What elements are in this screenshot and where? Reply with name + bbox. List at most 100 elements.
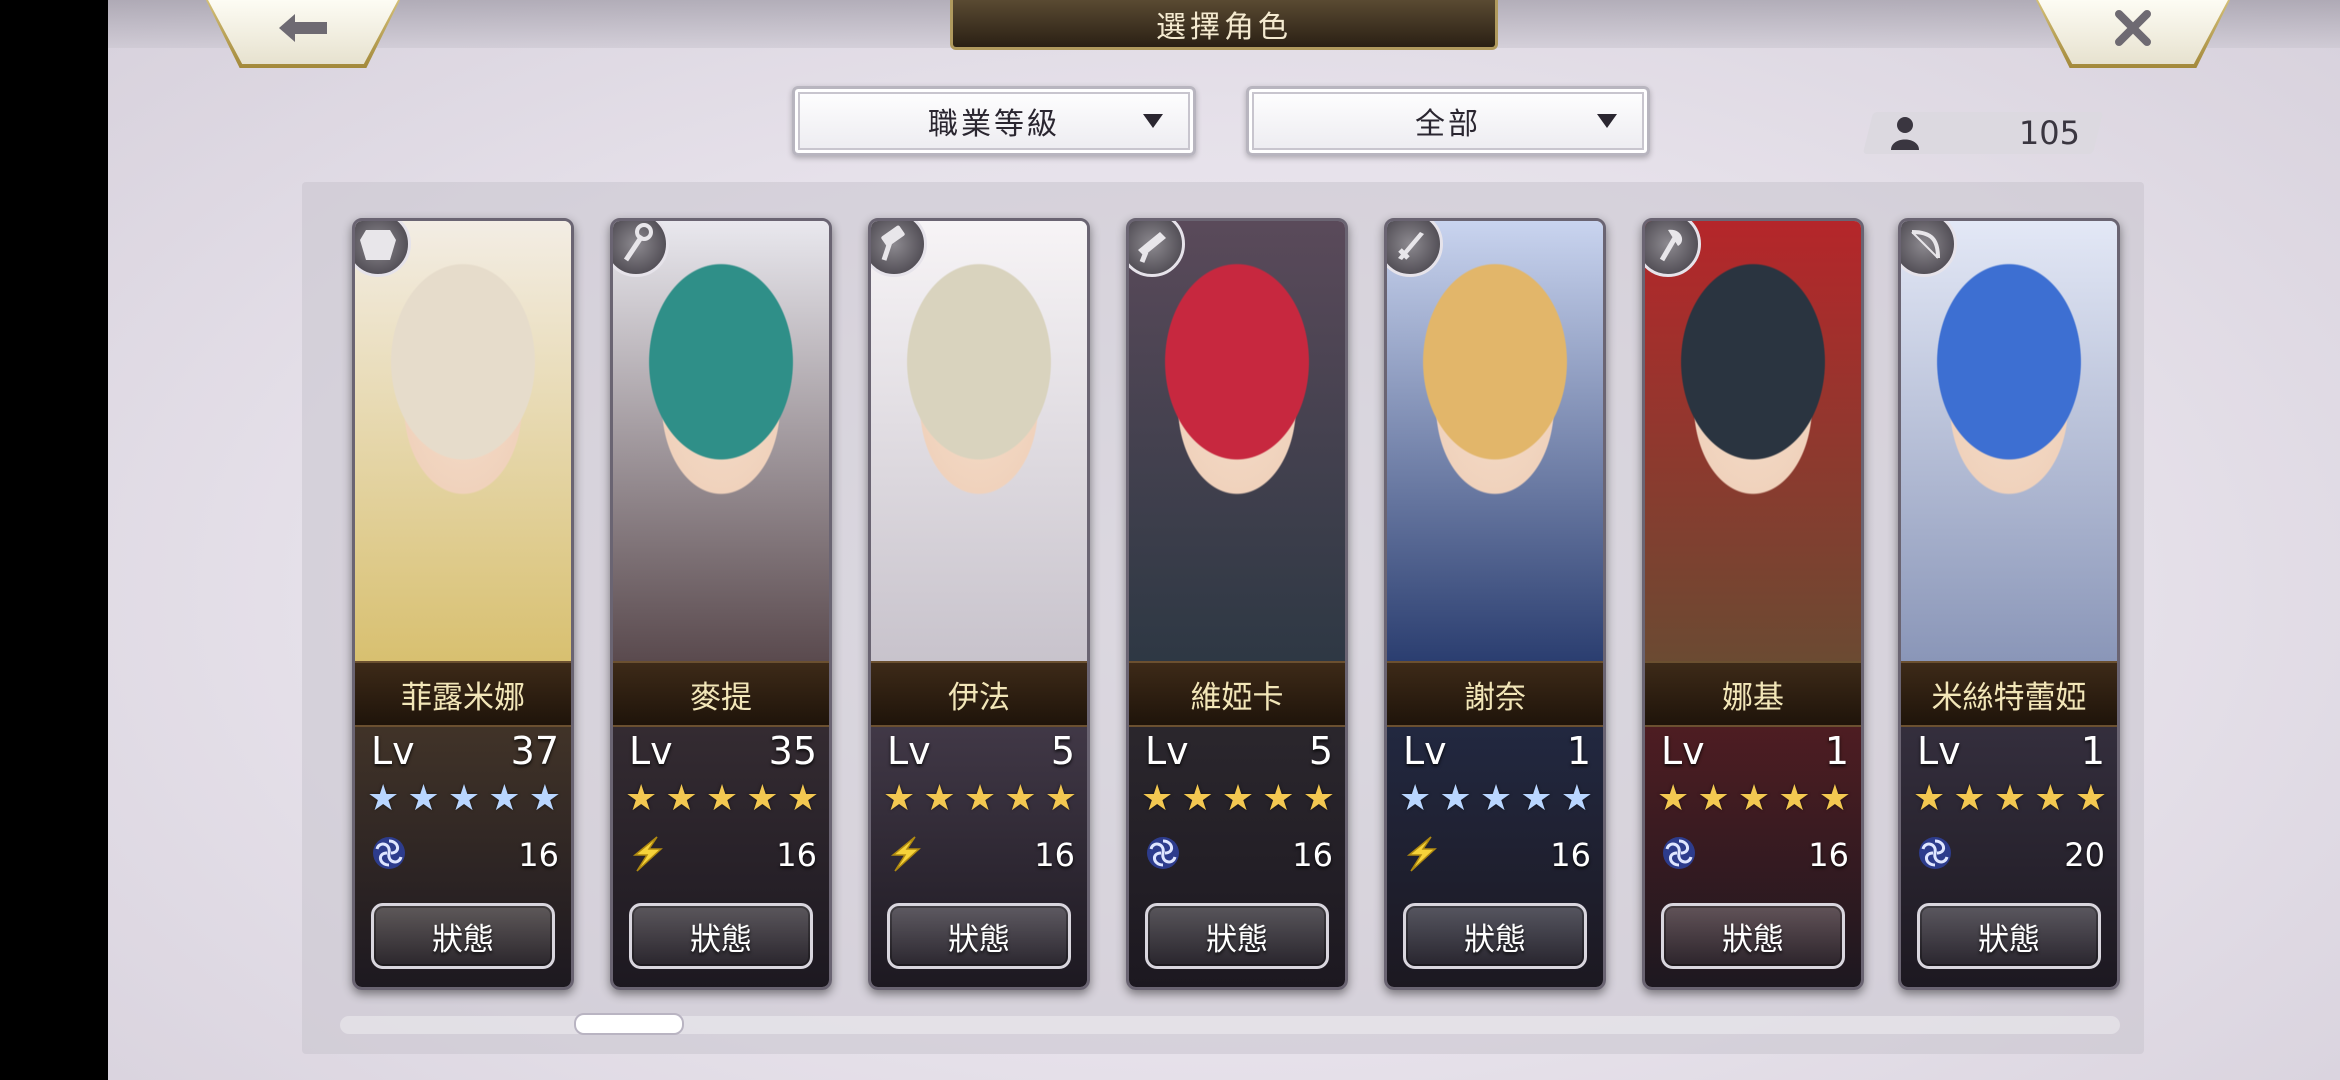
axe-icon	[1645, 221, 1701, 277]
character-portrait[interactable]	[355, 221, 571, 661]
status-button[interactable]: 狀態	[371, 903, 555, 969]
status-button-label: 狀態	[690, 921, 752, 958]
star-icon: ★	[883, 778, 916, 819]
hammer-icon	[871, 221, 927, 277]
star-icon: ★	[1737, 778, 1771, 819]
star-icon: ★	[1560, 778, 1593, 819]
status-button[interactable]: 狀態	[629, 903, 813, 969]
chevron-down-icon	[1597, 114, 1617, 128]
level-label: Lv	[1661, 729, 1705, 773]
lightning-icon	[1406, 836, 1437, 872]
wind-swirl-icon	[1919, 837, 1951, 869]
wind-swirl-icon	[373, 837, 405, 869]
level-row: Lv 1	[1661, 727, 1849, 775]
level-value: 37	[510, 729, 559, 773]
rarity-stars: ★ ★ ★ ★ ★	[367, 777, 561, 821]
element-value: 16	[1292, 836, 1333, 874]
character-portrait[interactable]	[1387, 221, 1603, 661]
star-icon: ★	[1221, 778, 1255, 819]
star-icon: ★	[1302, 778, 1335, 819]
character-portrait[interactable]	[1645, 221, 1861, 661]
element-value: 16	[1034, 836, 1075, 874]
character-portrait[interactable]	[1129, 221, 1345, 661]
level-label: Lv	[629, 729, 673, 773]
element-row: 16	[1143, 831, 1333, 879]
element-value: 16	[776, 836, 817, 874]
star-icon: ★	[1439, 778, 1472, 819]
element-row: 16	[1401, 831, 1591, 879]
star-icon: ★	[1657, 778, 1690, 819]
status-button[interactable]: 狀態	[1403, 903, 1587, 969]
filter-dropdown-label: 全部	[1415, 107, 1481, 142]
back-button[interactable]	[204, 0, 402, 68]
level-value: 1	[1566, 729, 1591, 773]
star-icon: ★	[1953, 778, 1986, 819]
star-icon: ★	[367, 778, 400, 819]
star-icon: ★	[1399, 778, 1432, 819]
character-card[interactable]: 娜基 Lv 1 ★ ★ ★ ★ ★ 16 狀態	[1642, 218, 1864, 990]
character-portrait[interactable]	[1901, 221, 2117, 661]
rarity-stars: ★ ★ ★ ★ ★	[883, 777, 1077, 821]
character-portrait[interactable]	[871, 221, 1087, 661]
close-button[interactable]	[2034, 0, 2232, 68]
page-title: 選擇角色	[950, 0, 1498, 50]
sort-dropdown-label: 職業等級	[928, 107, 1060, 142]
character-card[interactable]: 維婭卡 Lv 5 ★ ★ ★ ★ ★ 16 狀態	[1126, 218, 1348, 990]
scrollbar-thumb[interactable]	[574, 1013, 684, 1035]
character-card[interactable]: 米絲特蕾婭 Lv 1 ★ ★ ★ ★ ★ 20 狀態	[1898, 218, 2120, 990]
character-name: 維婭卡	[1190, 679, 1284, 716]
character-name-bar: 謝奈	[1387, 661, 1603, 727]
star-icon: ★	[407, 778, 440, 819]
element-value: 16	[1550, 836, 1591, 874]
level-value: 1	[2080, 729, 2105, 773]
element-value: 16	[518, 836, 559, 874]
character-name-bar: 娜基	[1645, 661, 1861, 727]
character-card[interactable]: 謝奈 Lv 1 ★ ★ ★ ★ ★ 16 狀態	[1384, 218, 1606, 990]
character-portrait[interactable]	[613, 221, 829, 661]
star-icon: ★	[1993, 778, 2027, 819]
character-name-bar: 米絲特蕾婭	[1901, 661, 2117, 727]
star-icon: ★	[2034, 778, 2067, 819]
person-icon	[1891, 117, 1919, 150]
sort-dropdown[interactable]: 職業等級	[792, 86, 1196, 156]
filter-dropdown[interactable]: 全部	[1246, 86, 1650, 156]
character-card[interactable]: 伊法 Lv 5 ★ ★ ★ ★ ★ 16 狀態	[868, 218, 1090, 990]
star-icon: ★	[963, 778, 997, 819]
status-button[interactable]: 狀態	[1917, 903, 2101, 969]
star-icon: ★	[1044, 778, 1077, 819]
element-row: 16	[627, 831, 817, 879]
star-icon: ★	[746, 778, 779, 819]
level-row: Lv 5	[887, 727, 1075, 775]
star-icon: ★	[1520, 778, 1553, 819]
rarity-stars: ★ ★ ★ ★ ★	[1657, 777, 1851, 821]
status-button[interactable]: 狀態	[1661, 903, 1845, 969]
character-select-screen: 選擇角色 職業等級 全部 105 菲露米娜 Lv 37 ★ ★ ★ ★ ★ 16 狀態 麥提 Lv 35…	[108, 0, 2340, 1080]
star-icon: ★	[1141, 778, 1174, 819]
character-name-bar: 麥提	[613, 661, 829, 727]
level-label: Lv	[1145, 729, 1189, 773]
star-icon: ★	[1262, 778, 1295, 819]
character-name: 米絲特蕾婭	[1931, 679, 2087, 716]
character-card[interactable]: 菲露米娜 Lv 37 ★ ★ ★ ★ ★ 16 狀態	[352, 218, 574, 990]
character-card[interactable]: 麥提 Lv 35 ★ ★ ★ ★ ★ 16 狀態	[610, 218, 832, 990]
level-value: 35	[768, 729, 817, 773]
character-name-bar: 伊法	[871, 661, 1087, 727]
bow-icon	[1901, 221, 1957, 277]
status-button-label: 狀態	[1464, 921, 1526, 958]
level-label: Lv	[1403, 729, 1447, 773]
character-name-bar: 菲露米娜	[355, 661, 571, 727]
wind-swirl-icon	[1663, 837, 1695, 869]
unit-count-value: 105	[2018, 114, 2080, 152]
armor-icon	[355, 221, 411, 277]
status-button[interactable]: 狀態	[1145, 903, 1329, 969]
star-icon: ★	[447, 778, 481, 819]
character-name: 菲露米娜	[401, 679, 525, 716]
level-label: Lv	[1917, 729, 1961, 773]
character-name: 謝奈	[1464, 679, 1526, 716]
star-icon: ★	[705, 778, 739, 819]
status-button[interactable]: 狀態	[887, 903, 1071, 969]
page-title-text: 選擇角色	[1156, 9, 1292, 45]
star-icon: ★	[665, 778, 698, 819]
level-value: 5	[1050, 729, 1075, 773]
star-icon: ★	[1778, 778, 1811, 819]
